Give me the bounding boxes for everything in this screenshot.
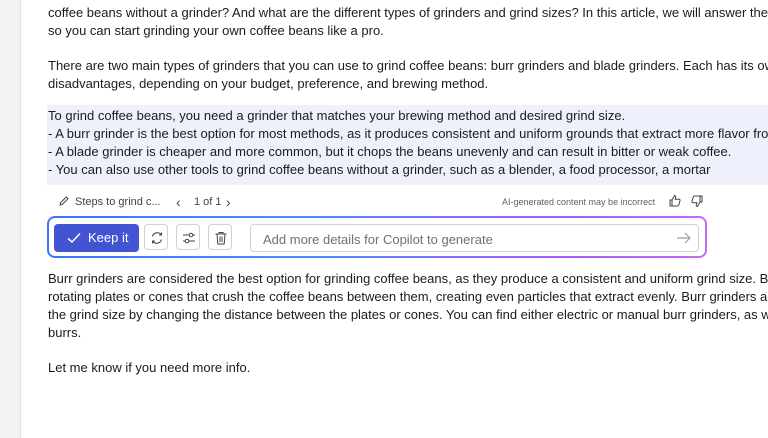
generated-line-3: - A blade grinder is cheaper and more co…	[48, 144, 732, 159]
checkmark-icon	[67, 232, 81, 244]
burr-line-4: burrs.	[48, 325, 82, 340]
keep-it-label: Keep it	[88, 230, 129, 245]
thumbs-down-icon[interactable]	[690, 194, 704, 211]
para2-line-1: There are two main types of grinders tha…	[48, 58, 768, 73]
chevron-right-icon[interactable]: ›	[226, 194, 231, 210]
burr-line-3: the grind size by changing the distance …	[48, 307, 768, 322]
burr-line-2: rotating plates or cones that crush the …	[48, 289, 768, 304]
burr-line-1: Burr grinders are considered the best op…	[48, 271, 768, 286]
regenerate-button[interactable]	[144, 224, 168, 250]
left-rail	[0, 0, 21, 438]
trash-icon	[215, 232, 227, 245]
pencil-icon[interactable]	[58, 195, 70, 210]
send-icon[interactable]	[676, 231, 692, 245]
closing-line: Let me know if you need more info.	[48, 360, 251, 375]
intro-line-1: coffee beans without a grinder? And what…	[48, 5, 768, 20]
copilot-meta-row: Steps to grind c... ‹ 1 of 1 › AI-genera…	[58, 194, 708, 212]
ai-disclaimer: AI-generated content may be incorrect	[502, 197, 656, 207]
thumbs-up-icon[interactable]	[668, 194, 682, 211]
adjust-icon	[183, 232, 195, 244]
copilot-prompt-box[interactable]	[250, 224, 699, 252]
generated-line-4: - You can also use other tools to grind …	[48, 162, 711, 177]
regenerate-icon	[151, 232, 163, 244]
generated-line-2: - A burr grinder is the best option for …	[48, 126, 768, 141]
pager-label: 1 of 1	[194, 196, 222, 208]
adjust-button[interactable]	[176, 224, 200, 250]
keep-it-button[interactable]: Keep it	[54, 224, 139, 252]
generated-line-1: To grind coffee beans, you need a grinde…	[48, 108, 626, 123]
copilot-toolbar-border: Keep it	[47, 216, 707, 258]
copilot-toolbar: Keep it	[49, 218, 705, 256]
discard-button[interactable]	[208, 224, 232, 250]
document-page: coffee beans without a grinder? And what…	[21, 0, 768, 438]
chevron-left-icon[interactable]: ‹	[176, 194, 181, 210]
copilot-prompt-input[interactable]	[261, 229, 665, 249]
intro-line-2: so you can start grinding your own coffe…	[48, 23, 384, 38]
steps-label[interactable]: Steps to grind c...	[75, 196, 161, 208]
para2-line-2: disadvantages, depending on your budget,…	[48, 76, 489, 91]
